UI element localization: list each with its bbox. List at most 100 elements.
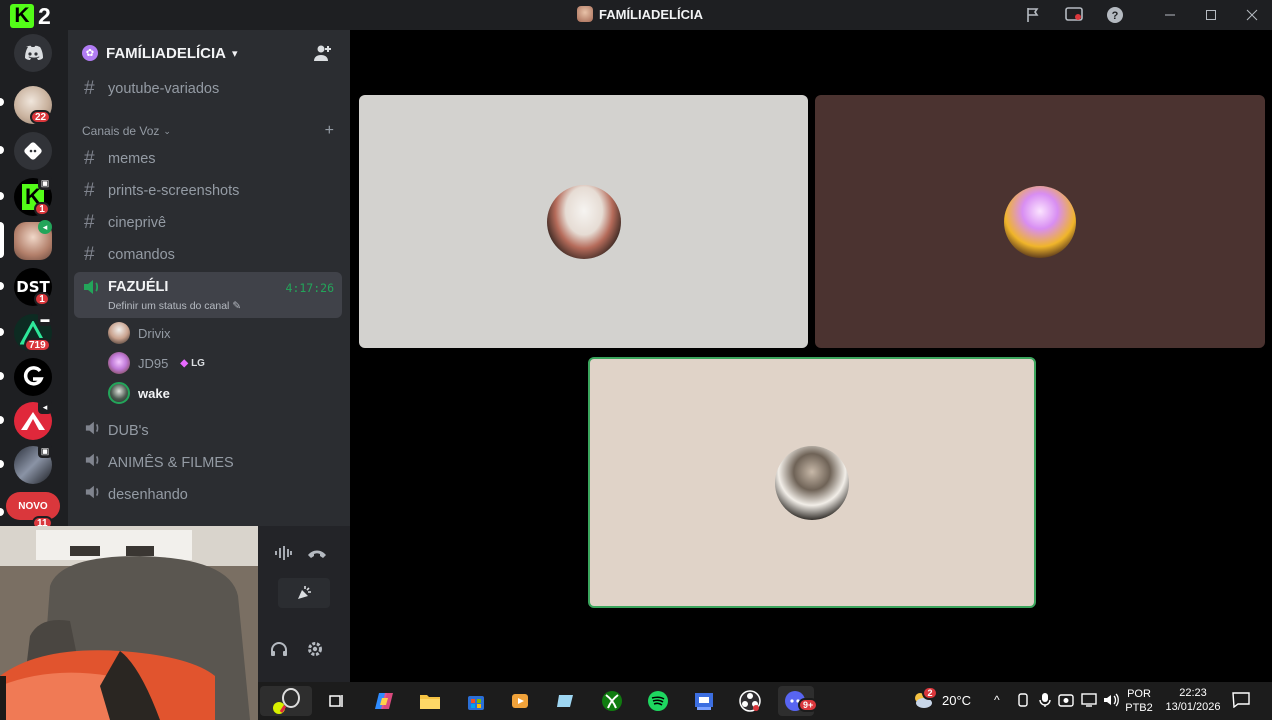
window-title: FAMÍLIADELÍCIA	[577, 6, 703, 22]
microsoft-store-icon[interactable]	[458, 686, 494, 716]
noise-suppression-icon[interactable]	[268, 538, 298, 568]
server-item-1[interactable]: 22	[14, 86, 54, 126]
discord-icon	[14, 34, 52, 72]
create-channel-plus-icon[interactable]: +	[325, 122, 334, 140]
category-voice-channels[interactable]: Canais de Voz ⌄	[82, 124, 171, 138]
server-item-2[interactable]	[14, 132, 54, 172]
hashtag-icon: #	[84, 244, 95, 265]
media-player-icon[interactable]	[502, 686, 538, 716]
unread-indicator	[0, 372, 4, 380]
channel-youtube-variados[interactable]: # youtube-variados	[76, 74, 342, 104]
notifications-icon[interactable]	[1232, 692, 1250, 713]
channel-name: desenhando	[108, 487, 188, 503]
channel-prints-e-screenshots[interactable]: # prints-e-screenshots	[76, 176, 342, 206]
channel-name: DUB's	[108, 423, 149, 439]
screen-share-icon[interactable]	[1053, 0, 1094, 30]
hashtag-icon: #	[84, 180, 95, 201]
title-bar: K 2 FAMÍLIADELÍCIA ?	[0, 0, 1272, 30]
clock[interactable]: 22:23 13/01/2026	[1158, 686, 1228, 714]
avatar	[108, 322, 130, 344]
channel-cineprive[interactable]: # cineprivê	[76, 208, 342, 238]
unread-indicator	[0, 460, 4, 468]
file-explorer-icon[interactable]	[412, 686, 448, 716]
event-icon: ▣	[38, 444, 52, 458]
obs-studio-icon[interactable]	[732, 686, 768, 716]
gem-icon: ◆	[180, 357, 189, 369]
voice-member-jd95[interactable]: JD95 ◆ LG	[108, 351, 205, 375]
direct-messages-button[interactable]	[14, 34, 54, 74]
channel-dubs[interactable]: DUB's	[76, 416, 342, 446]
channel-desenhando[interactable]: desenhando	[76, 480, 342, 510]
member-name: Drivix	[138, 325, 171, 341]
spotify-icon[interactable]	[640, 686, 676, 716]
server-item-current[interactable]: ◂	[14, 220, 54, 262]
minimize-icon[interactable]	[1149, 0, 1190, 30]
category-label: Canais de Voz	[82, 124, 160, 138]
show-hidden-icons-chevron-icon[interactable]: ^	[994, 693, 1000, 707]
channel-animes-filmes[interactable]: ANIMÊS & FILMES	[76, 448, 342, 478]
event-icon: ▣	[38, 176, 52, 190]
channel-sidebar: ✿ FAMÍLIADELÍCIA ▾ # youtube-variados Ca…	[68, 30, 350, 526]
copilot-icon[interactable]	[366, 686, 402, 716]
hashtag-icon: #	[84, 148, 95, 169]
avatar-speaking	[108, 382, 130, 404]
channel-name: prints-e-screenshots	[108, 183, 240, 199]
discord-taskbar-icon[interactable]: 9+	[778, 686, 819, 716]
microphone-icon[interactable]	[1038, 692, 1052, 713]
voice-speaker-icon: ◂	[38, 220, 52, 234]
inbox-flag-icon[interactable]	[1012, 0, 1053, 30]
unread-indicator	[0, 328, 4, 336]
channel-name: youtube-variados	[108, 81, 220, 97]
mention-badge: 1	[34, 292, 50, 306]
avatar	[108, 352, 130, 374]
invite-people-icon[interactable]	[314, 44, 332, 67]
usb-device-icon[interactable]	[1016, 692, 1030, 713]
close-icon[interactable]	[1231, 0, 1272, 30]
temperature[interactable]: 20°C	[942, 694, 971, 708]
speaker-icon	[84, 452, 108, 474]
call-timer: 4:17:26	[285, 281, 334, 295]
taskbar-game-icon[interactable]	[260, 686, 312, 716]
voice-stage	[350, 30, 1272, 682]
guild-header[interactable]: ✿ FAMÍLIADELÍCIA ▾	[68, 30, 350, 76]
unread-indicator	[0, 508, 4, 516]
xbox-icon[interactable]	[594, 686, 630, 716]
disconnect-call-icon[interactable]	[302, 538, 332, 568]
volume-icon[interactable]	[1102, 692, 1120, 713]
channel-comandos[interactable]: # comandos	[76, 240, 342, 270]
participant-tile-drivix[interactable]	[359, 95, 808, 348]
channel-name: ANIMÊS & FILMES	[108, 455, 234, 471]
camera-privacy-icon[interactable]	[1058, 692, 1076, 713]
server-item-kick[interactable]: K ▣ 1	[14, 176, 54, 218]
help-icon[interactable]: ?	[1094, 0, 1135, 30]
soundboard-icon[interactable]	[278, 578, 330, 608]
new-badge: NOVO	[6, 492, 60, 520]
active-voice-channel[interactable]: FAZUÉLI 4:17:26 Definir um status do can…	[74, 272, 342, 318]
participant-avatar	[1004, 185, 1076, 258]
channel-status-prompt[interactable]: Definir um status do canal ✎	[108, 300, 241, 312]
kick-launcher-logo[interactable]: K 2	[10, 3, 51, 29]
input-language[interactable]: POR PTB2	[1124, 687, 1154, 715]
server-item-dst[interactable]: DST 1	[14, 268, 54, 308]
task-view-icon[interactable]	[318, 686, 354, 716]
speaker-icon: ◂	[38, 400, 52, 414]
server-item-8[interactable]: ▣	[14, 444, 54, 486]
maximize-icon[interactable]	[1190, 0, 1231, 30]
server-item-logitech[interactable]	[14, 358, 54, 398]
user-control-panel	[258, 526, 350, 682]
participant-tile-wake[interactable]	[588, 357, 1036, 608]
channel-memes[interactable]: # memes	[76, 144, 342, 174]
headphones-icon[interactable]	[264, 634, 294, 664]
voice-member-wake[interactable]: wake	[108, 381, 170, 405]
voice-member-drivix[interactable]: Drivix	[108, 321, 171, 345]
app-window-icon[interactable]	[686, 686, 722, 716]
settings-gear-icon[interactable]	[300, 634, 330, 664]
network-icon[interactable]	[1080, 692, 1098, 713]
server-item-7[interactable]: ◂	[14, 400, 54, 442]
server-item-5[interactable]: ▬ 719	[14, 312, 54, 354]
app-tile-icon[interactable]	[548, 686, 584, 716]
participant-tile-jd95[interactable]	[815, 95, 1265, 348]
weather-alert-badge: 2	[922, 686, 938, 700]
weather-icon[interactable]: 2	[912, 686, 938, 715]
clock-date: 13/01/2026	[1165, 701, 1221, 713]
